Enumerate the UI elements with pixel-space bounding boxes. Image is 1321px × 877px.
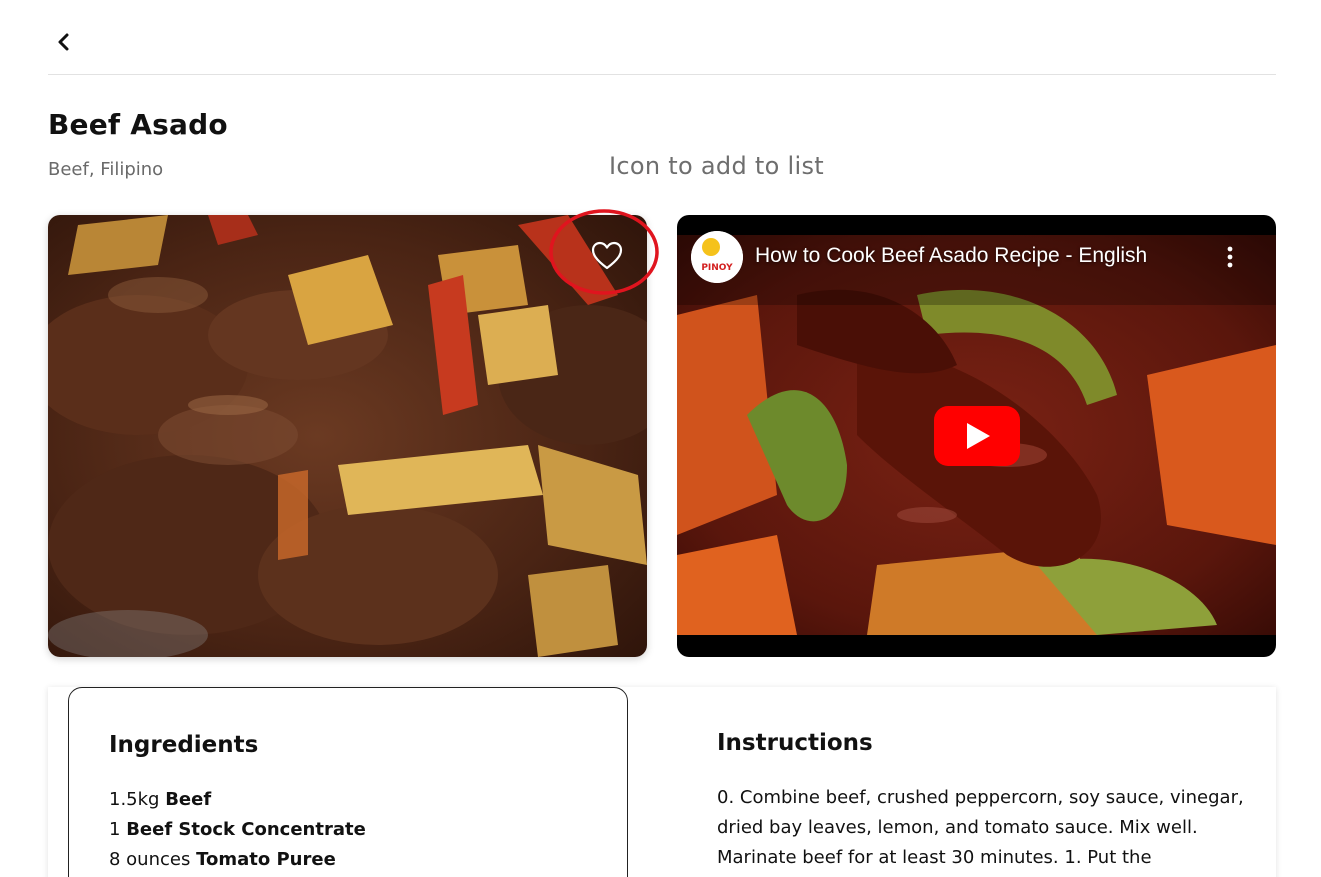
video-more-button[interactable] bbox=[1223, 243, 1237, 271]
channel-avatar[interactable]: PINOY bbox=[691, 231, 743, 283]
channel-avatar-text: PINOY bbox=[701, 263, 733, 273]
instructions-title: Instructions bbox=[717, 730, 873, 756]
ingredients-card: Ingredients 1.5kg Beef 1 Beef Stock Conc… bbox=[68, 687, 628, 877]
annotation-label: Icon to add to list bbox=[609, 152, 824, 180]
ingredient-item: 8 ounces Tomato Puree bbox=[109, 849, 336, 870]
heart-outline-icon bbox=[591, 241, 623, 270]
ingredient-item: 1.5kg Beef bbox=[109, 789, 212, 810]
instructions-text: 0. Combine beef, crushed peppercorn, soy… bbox=[717, 787, 1244, 868]
beef-asado-image bbox=[48, 215, 647, 657]
more-vertical-icon bbox=[1227, 246, 1233, 268]
video-player[interactable]: PINOY How to Cook Beef Asado Recipe - En… bbox=[677, 215, 1276, 657]
chevron-left-icon bbox=[58, 33, 69, 51]
recipe-photo bbox=[48, 215, 647, 657]
recipe-title: Beef Asado bbox=[48, 108, 228, 141]
video-title[interactable]: How to Cook Beef Asado Recipe - English bbox=[755, 244, 1147, 268]
recipe-tags: Beef, Filipino bbox=[48, 159, 164, 180]
ingredients-title: Ingredients bbox=[109, 732, 259, 758]
top-bar bbox=[48, 0, 1276, 75]
youtube-play-icon bbox=[934, 406, 1020, 466]
ingredient-item: 1 Beef Stock Concentrate bbox=[109, 819, 366, 840]
back-button[interactable] bbox=[52, 30, 76, 54]
ingredients-list: 1.5kg Beef 1 Beef Stock Concentrate 8 ou… bbox=[109, 785, 366, 875]
channel-logo-icon: PINOY bbox=[691, 231, 743, 283]
video-play-button[interactable] bbox=[934, 406, 1020, 466]
add-to-list-button[interactable] bbox=[589, 238, 625, 274]
